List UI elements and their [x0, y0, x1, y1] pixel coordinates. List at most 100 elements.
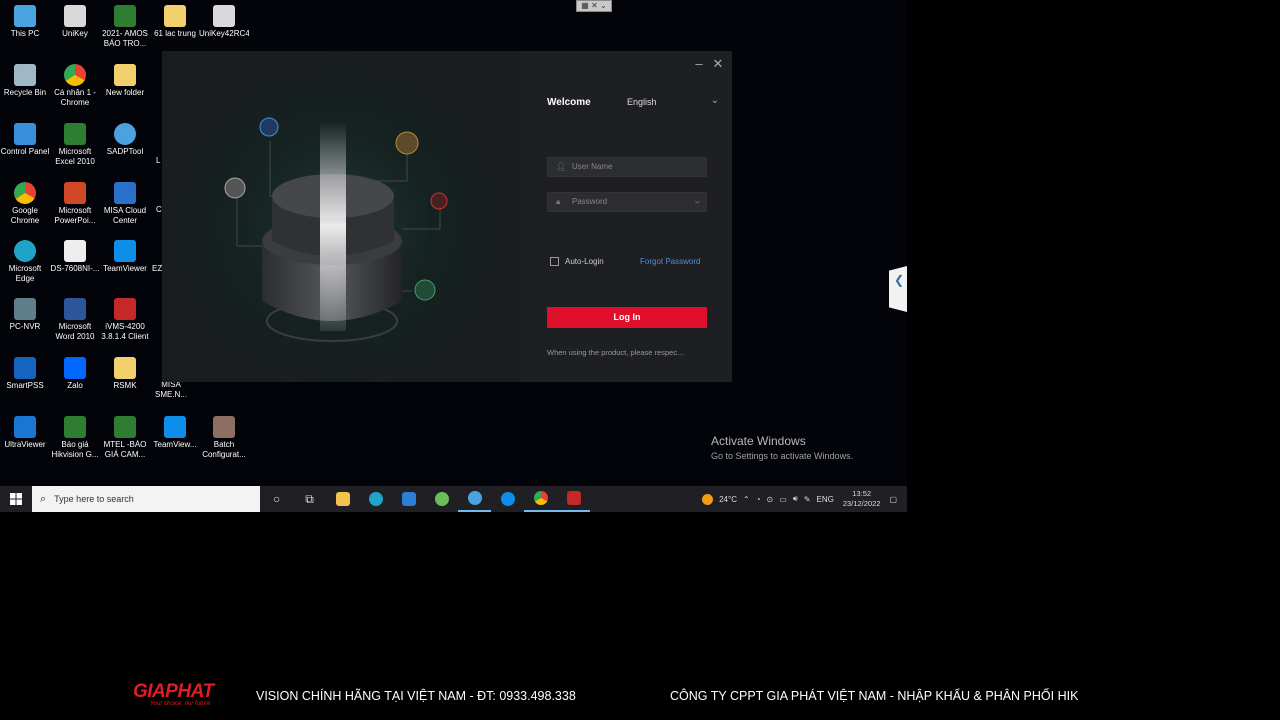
zalo-icon: [64, 357, 86, 379]
ivms-login-window: – ✕ Welcome English ⌄ 👤︎ User Name 🔒︎ Pa…: [162, 51, 732, 382]
task-view-button[interactable]: ⧉: [293, 486, 326, 512]
ivms-icon: [114, 298, 136, 320]
desktop-icon-misa-sme[interactable]: MISA SME.N...: [146, 380, 196, 400]
folder-icon: [114, 357, 136, 379]
cut-label: L: [156, 156, 161, 165]
excel-icon: [64, 123, 86, 145]
chevron-left-icon: ❮: [893, 273, 905, 287]
desktop-icon-batch-configurator[interactable]: Batch Configurat...: [199, 416, 249, 460]
teamviewer-icon: [114, 240, 136, 262]
password-placeholder: Password: [572, 197, 608, 206]
smartpss-icon: [14, 357, 36, 379]
activate-windows-title: Activate Windows: [711, 434, 806, 448]
desktop-icon-sadptool[interactable]: SADPTool: [100, 123, 150, 157]
username-placeholder: User Name: [572, 162, 613, 171]
auto-login-checkbox[interactable]: Auto-Login: [550, 257, 604, 267]
computer-icon: [14, 5, 36, 27]
clock[interactable]: 13:52 23/12/2022: [843, 489, 881, 509]
desktop-icon-rsmk[interactable]: RSMK: [100, 357, 150, 391]
notification-icon[interactable]: ▢: [889, 495, 897, 504]
desktop-icon-recycle-bin[interactable]: Recycle Bin: [0, 64, 50, 98]
search-placeholder: Type here to search: [54, 494, 134, 504]
edge-icon: [14, 240, 36, 262]
taskbar-ivms[interactable]: [557, 486, 590, 512]
login-button[interactable]: Log In: [547, 307, 707, 328]
excel-icon: [64, 416, 86, 438]
close-button[interactable]: ✕: [711, 57, 725, 71]
clock-date: 23/12/2022: [842, 499, 881, 508]
taskbar-mail[interactable]: [392, 486, 425, 512]
desktop-icon-google-chrome[interactable]: Google Chrome: [0, 182, 50, 226]
giaphat-logo: GIAPHAT: [133, 681, 214, 702]
desktop-icon-chrome-profile[interactable]: Cá nhân 1 - Chrome: [50, 64, 100, 108]
minimized-toolbar[interactable]: ▦ ✕ ⌄: [576, 0, 612, 12]
unikey-icon: [64, 5, 86, 27]
desktop-icon-word[interactable]: Microsoft Word 2010: [50, 298, 100, 342]
recycle-bin-icon: [14, 64, 36, 86]
language-select[interactable]: English ⌄: [627, 95, 719, 109]
desktop-icon-unikey[interactable]: UniKey: [50, 5, 100, 39]
desktop-icon-this-pc[interactable]: This PC: [0, 5, 50, 39]
battery-icon[interactable]: ▭: [779, 495, 787, 504]
desktop-icon-excel[interactable]: Microsoft Excel 2010: [50, 123, 100, 167]
desktop-icon-ultraviewer[interactable]: UltraViewer: [0, 416, 50, 450]
taskbar-edge[interactable]: [359, 486, 392, 512]
desktop-icon-unikey42rc4[interactable]: UniKey42RC4: [199, 5, 249, 39]
sadptool-icon: [114, 123, 136, 145]
volume-icon[interactable]: 🔊︎: [793, 494, 798, 504]
taskbar-chrome[interactable]: [524, 486, 557, 512]
taskbar-file-explorer[interactable]: [326, 486, 359, 512]
chevron-up-icon[interactable]: ⌃: [743, 495, 750, 504]
desktop-icon-smartpss[interactable]: SmartPSS: [0, 357, 50, 391]
eye-closed-icon[interactable]: ⌣: [695, 193, 700, 211]
side-panel-toggle[interactable]: ❮: [889, 266, 907, 312]
desktop-icon-ivms-4200[interactable]: iVMS-4200 3.8.1.4 Client: [100, 298, 150, 342]
activate-windows-subtitle: Go to Settings to activate Windows.: [711, 451, 854, 461]
network-icon[interactable]: ◔: [756, 495, 761, 504]
pen-icon[interactable]: ✎: [804, 495, 811, 504]
weather-temp[interactable]: 24°C: [719, 495, 737, 504]
app-tray-icon[interactable]: ⊙: [767, 495, 774, 504]
taskbar-search-box[interactable]: ⌕ Type here to search: [32, 486, 260, 512]
taskbar: ⌕ Type here to search ○ ⧉ 24°C ⌃ ◔ ⊙ ▭ 🔊…: [0, 486, 907, 512]
minimize-button[interactable]: –: [692, 57, 706, 71]
login-panel: – ✕ Welcome English ⌄ 👤︎ User Name 🔒︎ Pa…: [520, 51, 732, 382]
desktop-icon-pc-nvr[interactable]: PC-NVR: [0, 298, 50, 332]
app-icon: [434, 492, 449, 506]
start-button[interactable]: [0, 486, 32, 512]
taskbar-teamviewer[interactable]: [491, 486, 524, 512]
desktop-icon-new-folder[interactable]: New folder: [100, 64, 150, 98]
desktop-icon-61-lac-trung[interactable]: 61 lac trung: [150, 5, 200, 39]
desktop-icon-zalo[interactable]: Zalo: [50, 357, 100, 391]
username-input[interactable]: 👤︎ User Name: [547, 157, 707, 177]
forgot-password-link[interactable]: Forgot Password: [640, 257, 700, 266]
edge-icon: [368, 492, 383, 506]
user-icon: 👤︎: [556, 162, 567, 171]
desktop-icon-mtel-bao-gia[interactable]: MTEL -BÁO GIÁ CAM...: [100, 416, 150, 460]
folder-icon: [164, 5, 186, 27]
desktop-icon-control-panel[interactable]: Control Panel: [0, 123, 50, 157]
auto-login-label: Auto-Login: [565, 257, 604, 266]
taskbar-sadptool[interactable]: [458, 486, 491, 512]
desktop-icon-misa-cloud[interactable]: MISA Cloud Center: [100, 182, 150, 226]
desktop-icon-teamviewer-2[interactable]: TeamView...: [150, 416, 200, 450]
folder-icon: [114, 64, 136, 86]
cortana-button[interactable]: ○: [260, 486, 293, 512]
control-panel-icon: [14, 123, 36, 145]
desktop-icon-teamviewer[interactable]: TeamViewer: [100, 240, 150, 274]
taskbar-app-green[interactable]: [425, 486, 458, 512]
chrome-icon: [64, 64, 86, 86]
password-input[interactable]: 🔒︎ Password ⌣: [547, 192, 707, 212]
folder-icon: [335, 492, 350, 506]
desktop-icon-ds-7608ni[interactable]: DS-7608NI-...: [50, 240, 100, 274]
system-tray: 24°C ⌃ ◔ ⊙ ▭ 🔊︎ ✎ ENG 13:52 23/12/2022 ▢: [699, 486, 907, 512]
desktop-icon-amos[interactable]: 2021- AMOS BÁO TRO...: [100, 5, 150, 49]
desktop-icon-microsoft-edge[interactable]: Microsoft Edge: [0, 240, 50, 284]
checkbox-icon[interactable]: [550, 257, 559, 267]
desktop-icon-bao-gia-hikvision[interactable]: Báo giá Hikvision G...: [50, 416, 100, 460]
ticker-text-left: VISION CHÍNH HÃNG TẠI VIỆT NAM - ĐT: 093…: [256, 689, 576, 703]
desktop-icon-powerpoint[interactable]: Microsoft PowerPoi...: [50, 182, 100, 226]
welcome-title: Welcome: [547, 97, 591, 108]
word-icon: [64, 298, 86, 320]
input-language[interactable]: ENG: [817, 495, 834, 504]
